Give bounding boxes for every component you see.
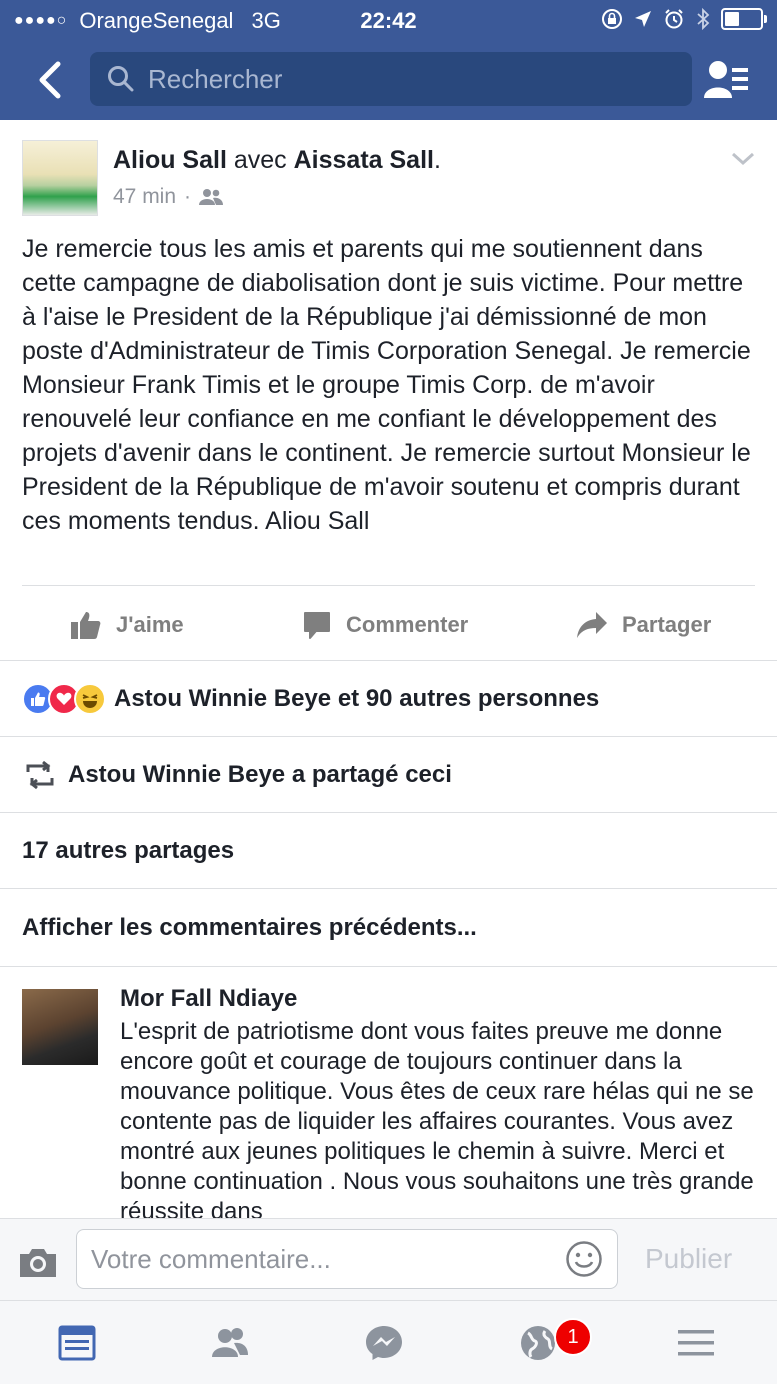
comment-item: Mor Fall Ndiaye L'esprit de patriotisme …	[0, 966, 777, 1219]
other-shares-row[interactable]: 17 autres partages	[0, 812, 777, 888]
friend-requests-icon[interactable]	[702, 58, 752, 102]
commenter-avatar[interactable]	[22, 989, 98, 1065]
shared-by-text[interactable]: Astou Winnie Beye a partagé ceci	[68, 761, 452, 789]
post-actions: J'aime Commenter Partager	[0, 590, 777, 660]
status-bar: ●●●●○ OrangeSenegal 3G 22:42	[0, 0, 777, 40]
publish-button[interactable]: Publier	[645, 1243, 732, 1275]
search-input[interactable]: Rechercher	[90, 52, 692, 106]
comment-label: Commenter	[346, 612, 469, 637]
like-label: J'aime	[116, 612, 184, 637]
tagged-name[interactable]: Aissata Sall	[294, 146, 434, 174]
sticker-smiley-icon[interactable]	[565, 1240, 603, 1278]
battery-icon	[721, 8, 767, 30]
back-icon[interactable]	[30, 58, 70, 102]
thumbs-up-icon	[71, 612, 101, 639]
post-time[interactable]: 47 min	[113, 185, 176, 209]
messenger-tab-icon[interactable]	[364, 1323, 404, 1363]
comment-input[interactable]: Votre commentaire...	[76, 1229, 618, 1289]
search-placeholder: Rechercher	[148, 63, 283, 94]
reactions-row[interactable]: Astou Winnie Beye et 90 autres personnes	[0, 660, 777, 736]
bottom-tab-bar	[0, 1300, 777, 1384]
like-button[interactable]: J'aime	[70, 590, 184, 660]
author-avatar[interactable]	[22, 140, 98, 216]
camera-icon[interactable]	[18, 1245, 58, 1279]
author-name[interactable]: Aliou Sall	[113, 146, 227, 174]
haha-reaction-icon	[74, 682, 106, 715]
shared-by-row[interactable]: Astou Winnie Beye a partagé ceci	[0, 736, 777, 812]
friend-requests-tab-icon[interactable]	[210, 1323, 250, 1363]
previous-comments-row[interactable]: Afficher les commentaires précédents...	[0, 888, 777, 967]
share-label: Partager	[622, 612, 712, 637]
bluetooth-icon	[697, 7, 710, 31]
chevron-down-icon[interactable]	[730, 150, 756, 168]
commenter-name[interactable]: Mor Fall Ndiaye	[120, 985, 297, 1013]
previous-comments-link[interactable]: Afficher les commentaires précédents...	[22, 914, 477, 942]
divider	[22, 585, 755, 586]
notifications-badge: 1	[554, 1318, 592, 1356]
notifications-globe-tab-icon[interactable]	[518, 1323, 558, 1363]
alarm-icon	[665, 9, 683, 29]
reshare-icon	[26, 760, 54, 789]
post-meta: 47 min ·	[113, 185, 224, 209]
reactions-summary[interactable]: Astou Winnie Beye et 90 autres personnes	[114, 685, 599, 713]
comment-placeholder: Votre commentaire...	[91, 1244, 331, 1274]
comment-button[interactable]: Commenter	[302, 590, 468, 660]
post-text: Je remercie tous les amis et parents qui…	[22, 235, 751, 535]
post-author-line: Aliou Sall avec Aissata Sall.	[113, 146, 441, 174]
menu-tab-icon[interactable]	[676, 1323, 716, 1363]
news-feed-tab-icon[interactable]	[57, 1323, 97, 1363]
comment-text: L'esprit de patriotisme dont vous faites…	[120, 1018, 754, 1219]
reaction-icons	[22, 682, 106, 715]
top-header: ●●●●○ OrangeSenegal 3G 22:42 Rechercher	[0, 0, 777, 120]
other-shares-text[interactable]: 17 autres partages	[22, 837, 234, 865]
location-icon	[635, 11, 651, 27]
comment-composer: Votre commentaire... Publier	[0, 1218, 777, 1301]
share-icon	[577, 612, 607, 638]
rotation-lock-icon	[602, 9, 622, 29]
share-button[interactable]: Partager	[576, 590, 711, 660]
friends-audience-icon	[199, 189, 224, 205]
search-icon	[108, 66, 134, 92]
comment-icon	[304, 612, 330, 639]
with-word: avec	[233, 146, 287, 174]
